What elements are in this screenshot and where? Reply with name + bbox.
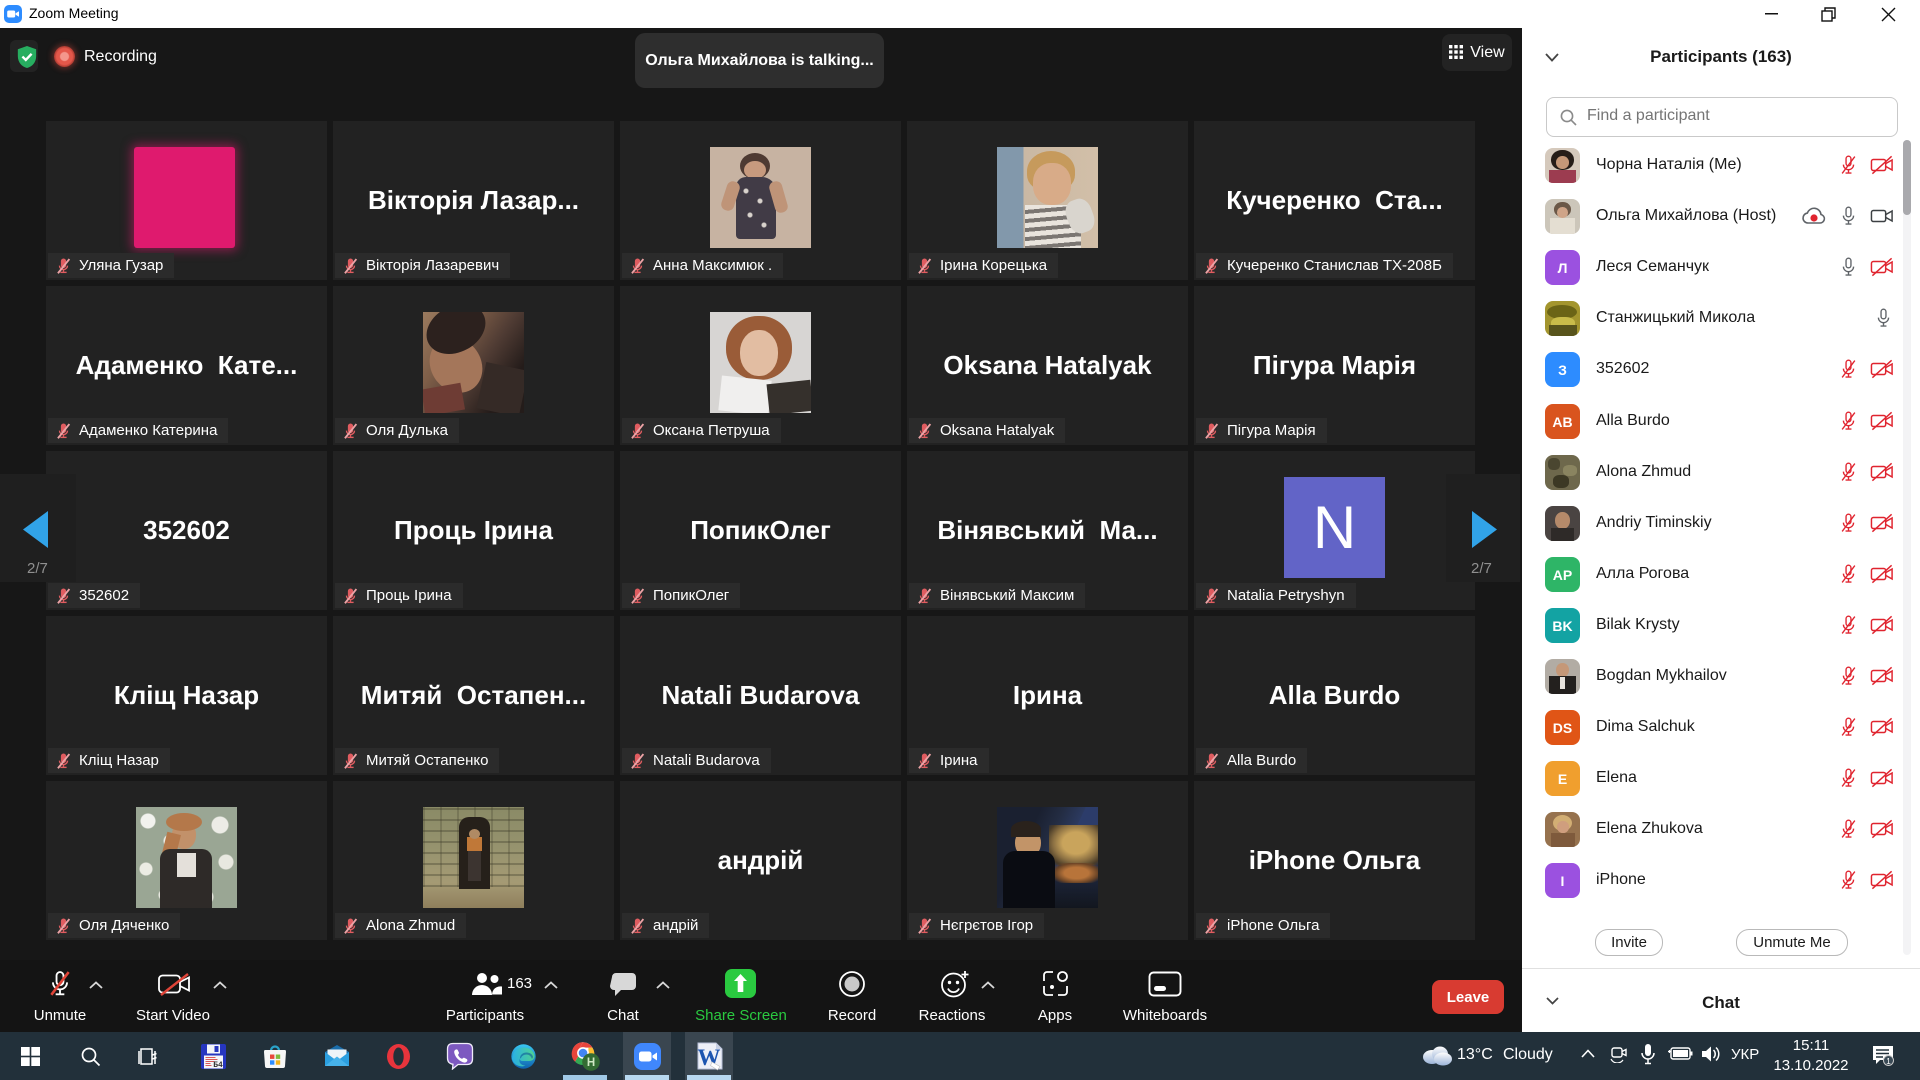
svg-text:H: H bbox=[586, 1057, 594, 1069]
svg-text:1: 1 bbox=[1886, 1057, 1891, 1066]
svg-text:Б4: Б4 bbox=[213, 1061, 223, 1070]
